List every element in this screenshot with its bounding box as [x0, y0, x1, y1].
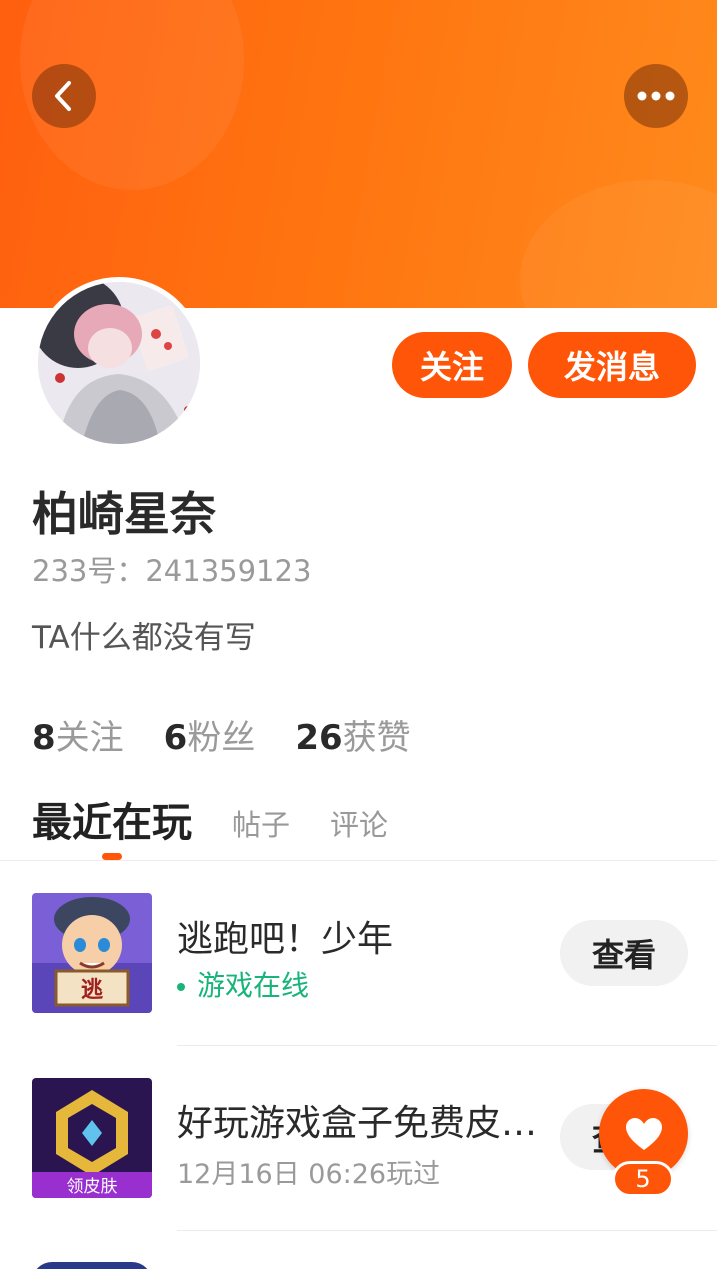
bio: TA什么都没有写 — [32, 620, 256, 656]
game-title: 逃跑吧！少年 — [177, 919, 394, 960]
tab-posts[interactable]: 帖子 — [232, 802, 290, 848]
game-icon — [32, 1262, 152, 1269]
stat-number: 8 — [32, 718, 56, 758]
view-button[interactable]: 查看 — [560, 920, 688, 986]
username: 柏崎星奈 — [32, 487, 216, 541]
avatar-illustration — [38, 282, 200, 444]
stats-row: 8 关注 6 粉丝 26 获赞 — [32, 710, 411, 759]
follow-button[interactable]: 关注 — [392, 332, 512, 398]
profile-banner — [0, 0, 717, 308]
more-button[interactable] — [624, 64, 688, 128]
stat-number: 6 — [163, 718, 188, 758]
tab-recently-played[interactable]: 最近在玩 — [32, 790, 192, 848]
heart-icon — [625, 1117, 662, 1150]
send-message-button[interactable]: 发消息 — [528, 332, 696, 398]
svg-text:领皮肤: 领皮肤 — [67, 1177, 118, 1197]
last-played-time: 12月16日 06:26玩过 — [177, 1159, 441, 1190]
chevron-left-icon — [55, 81, 71, 111]
svg-text:逃: 逃 — [81, 978, 104, 1003]
tab-bar: 最近在玩 帖子 评论 — [32, 790, 428, 848]
game-icon: 逃 — [32, 893, 152, 1013]
online-dot-icon — [177, 983, 185, 991]
account-id: 233号：241359123 — [32, 554, 312, 588]
game-icon: 领皮肤 — [32, 1078, 152, 1198]
stat-likes[interactable]: 26 获赞 — [295, 710, 410, 759]
like-count-badge: 5 — [612, 1161, 674, 1197]
stat-number: 26 — [295, 718, 343, 758]
stat-followers[interactable]: 6 粉丝 — [164, 710, 256, 759]
game-status: 游戏在线 — [177, 964, 309, 1004]
stat-label: 粉丝 — [187, 718, 256, 758]
stat-label: 关注 — [55, 718, 124, 758]
back-button[interactable] — [32, 64, 96, 128]
more-dots-icon — [637, 91, 675, 101]
status-text: 游戏在线 — [197, 969, 310, 1002]
list-item[interactable]: 逃 逃跑吧！少年 游戏在线 查看 — [0, 862, 717, 1046]
divider — [177, 1230, 717, 1231]
tab-comments[interactable]: 评论 — [330, 802, 388, 848]
avatar[interactable] — [33, 277, 205, 449]
stat-label: 获赞 — [342, 718, 411, 758]
tab-indicator — [102, 853, 122, 860]
stat-following[interactable]: 8 关注 — [32, 710, 124, 759]
divider — [0, 860, 717, 861]
game-title: 好玩游戏盒子免费皮… — [177, 1103, 537, 1144]
